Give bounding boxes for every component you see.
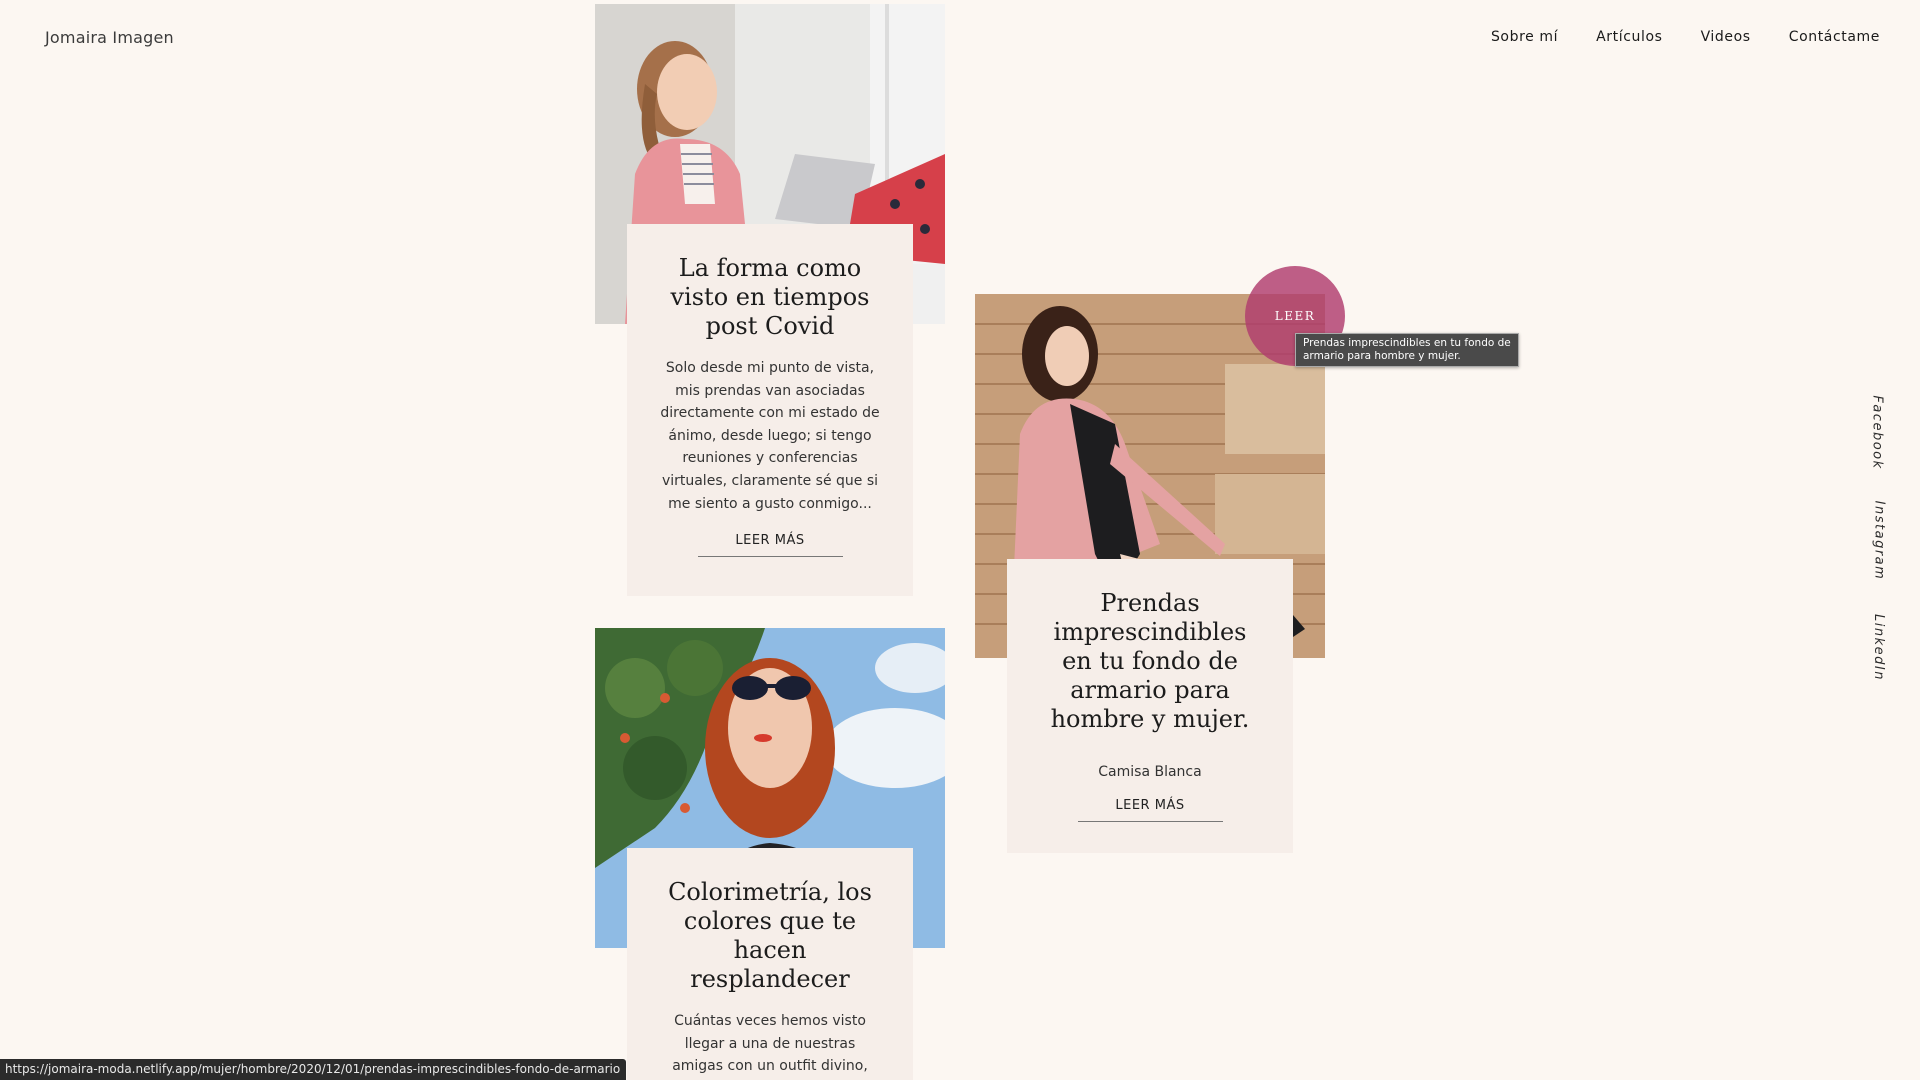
tooltip: Prendas imprescindibles en tu fondo de a… — [1295, 333, 1519, 367]
status-bar-url: https://jomaira-moda.netlify.app/mujer/h… — [0, 1059, 627, 1080]
card-3: Colorimetría, los colores que te hacen r… — [627, 848, 913, 1080]
social-instagram-link[interactable]: Instagram — [1872, 501, 1887, 581]
card-2-read-more-link[interactable]: LEER MÁS — [1077, 798, 1223, 822]
card-1: La forma como visto en tiempos post Covi… — [627, 224, 913, 596]
nav-videos[interactable]: Videos — [1701, 29, 1751, 45]
nav-sobre-mi[interactable]: Sobre mí — [1491, 29, 1558, 45]
card-2: Prendas imprescindibles en tu fondo de a… — [1007, 559, 1293, 853]
card-2-title[interactable]: Prendas imprescindibles en tu fondo de a… — [1039, 589, 1261, 734]
nav-articulos[interactable]: Artículos — [1596, 29, 1662, 45]
card-1-read-more-link[interactable]: LEER MÁS — [697, 533, 843, 558]
card-3-title[interactable]: Colorimetría, los colores que te hacen r… — [659, 878, 881, 994]
social-linkedin-link[interactable]: LinkedIn — [1871, 614, 1886, 681]
nav-contactame[interactable]: Contáctame — [1789, 29, 1880, 45]
card-1-title[interactable]: La forma como visto en tiempos post Covi… — [659, 254, 881, 341]
site-logo-text[interactable]: Jomaira Imagen — [45, 28, 174, 47]
card-3-excerpt: Cuántas veces hemos visto llegar a una d… — [672, 1013, 868, 1075]
main-nav: Sobre mí Artículos Videos Contáctame — [1491, 29, 1880, 45]
social-facebook-link[interactable]: Facebook — [1869, 395, 1884, 469]
card-1-excerpt: Solo desde mi punto de vista, mis prenda… — [660, 360, 880, 512]
card-2-category: Camisa Blanca — [1098, 764, 1202, 780]
